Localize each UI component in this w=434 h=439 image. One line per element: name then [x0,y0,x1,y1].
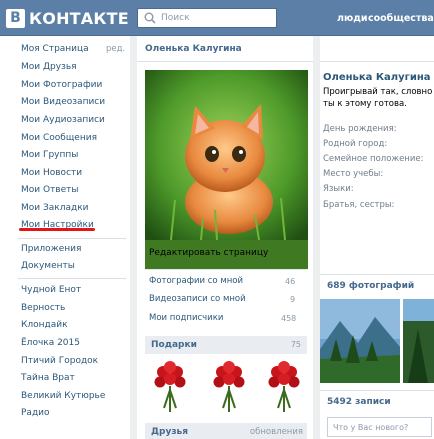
menu-item-videos[interactable]: Мои Видеозаписи [21,97,105,107]
top-bar: В КОНТАКТЕ Поиск люди сообщества [0,0,434,36]
stats-separator [145,269,307,270]
stat-photos-count: 46 [285,277,296,286]
rose-bouquet-icon [154,361,186,412]
menu-item-audio[interactable]: Мои Аудиозаписи [21,115,105,125]
stat-videos-with-me[interactable]: Видеозаписи со мной [149,294,246,304]
search-placeholder: Поиск [161,13,190,23]
friends-updates-link[interactable]: обновления [250,427,303,437]
profile-name: Оленька Калугина [323,72,431,83]
menu-item-app-tree[interactable]: Ёлочка 2015 [21,338,80,348]
menu-item-app-radio[interactable]: Радио [21,408,50,418]
nav-communities-link[interactable]: сообщества [368,13,434,24]
gifts-title: Подарки [151,340,197,350]
nav-people-link[interactable]: люди [337,13,368,24]
menu-item-documents[interactable]: Документы [21,261,75,271]
menu-item-app-birdtown[interactable]: Птичий Городок [21,356,98,366]
menu-separator [18,278,126,279]
menu-item-groups[interactable]: Мои Группы [21,150,78,160]
wall-post-placeholder: Что у Вас нового? [333,423,409,432]
settings-highlight-underline [19,228,95,231]
menu-separator [18,238,126,239]
profile-header: Оленька Калугина [137,36,434,62]
menu-item-app-loyalty[interactable]: Верность [21,303,65,313]
friends-title: Друзья [151,427,189,437]
menu-item-answers[interactable]: Мои Ответы [21,185,79,195]
field-birthday: День рождения: [323,124,397,134]
wall-title[interactable]: 5492 записи [327,397,391,407]
rose-bouquet-icon [268,361,300,412]
menu-item-app-couturier[interactable]: Великий Кутюрье [21,391,105,401]
stat-subscribers[interactable]: Мои подписчики [149,313,223,323]
field-relationship: Семейное положение: [323,154,424,164]
rose-bouquet-icon [213,361,245,412]
wall-post-input[interactable]: Что у Вас нового? [327,417,432,437]
gifts-count: 75 [290,340,301,349]
menu-item-my-page[interactable]: Моя Страница [21,44,89,54]
vk-logo-text: КОНТАКТЕ [29,8,129,28]
profile-header-name: Оленька Калугина [145,44,242,54]
landscape-photo [320,299,434,383]
menu-item-apps[interactable]: Приложения [21,244,81,254]
gift-bouquet[interactable] [265,360,303,420]
menu-item-photos[interactable]: Мои Фотографии [21,80,102,90]
profile-avatar[interactable] [145,70,308,269]
menu-edit-link[interactable]: ред. [106,44,125,54]
search-input[interactable]: Поиск [137,8,277,28]
menu-item-messages[interactable]: Мои Сообщения [21,133,97,143]
vk-logo[interactable]: В КОНТАКТЕ [6,8,129,28]
photo-thumbnails[interactable] [320,299,434,383]
column-gap [313,36,320,439]
menu-item-app-gates[interactable]: Тайна Врат [21,373,75,383]
field-education: Место учебы: [323,169,384,179]
search-icon [144,12,156,24]
menu-item-friends[interactable]: Мои Друзья [21,62,77,72]
left-menu: ред. Моя Страница Мои Друзья Мои Фотогра… [0,36,130,439]
field-languages: Языки: [323,184,354,194]
photos-title[interactable]: 689 фотографий [327,281,414,291]
menu-item-bookmarks[interactable]: Мои Закладки [21,203,88,213]
vk-logo-mark: В [6,8,25,28]
menu-item-app-raccoon[interactable]: Чудной Енот [21,285,81,295]
photos-block: 689 фотографий [320,274,434,383]
gift-bouquet[interactable] [210,360,248,420]
stat-photos-with-me[interactable]: Фотографии со мной [149,276,243,286]
gift-bouquet[interactable] [151,360,189,420]
wall-block: 5492 записи Что у Вас нового? [320,390,434,439]
edit-page-link[interactable]: Редактировать страницу [149,248,268,258]
gifts-header[interactable]: Подарки 75 [145,336,307,354]
menu-item-news[interactable]: Мои Новости [21,168,82,178]
menu-item-app-klondike[interactable]: Клондайк [21,320,68,330]
column-gap [130,36,137,439]
kitten-photo [145,70,308,241]
field-siblings: Братья, сестры: [323,200,395,210]
stat-videos-count: 9 [290,295,296,304]
profile-status[interactable]: Проигрывай так, словно ты к этому готова… [323,86,433,110]
friends-header[interactable]: Друзья обновления [145,423,307,439]
field-hometown: Родной город: [323,139,388,149]
stat-subscribers-count: 458 [281,314,297,323]
